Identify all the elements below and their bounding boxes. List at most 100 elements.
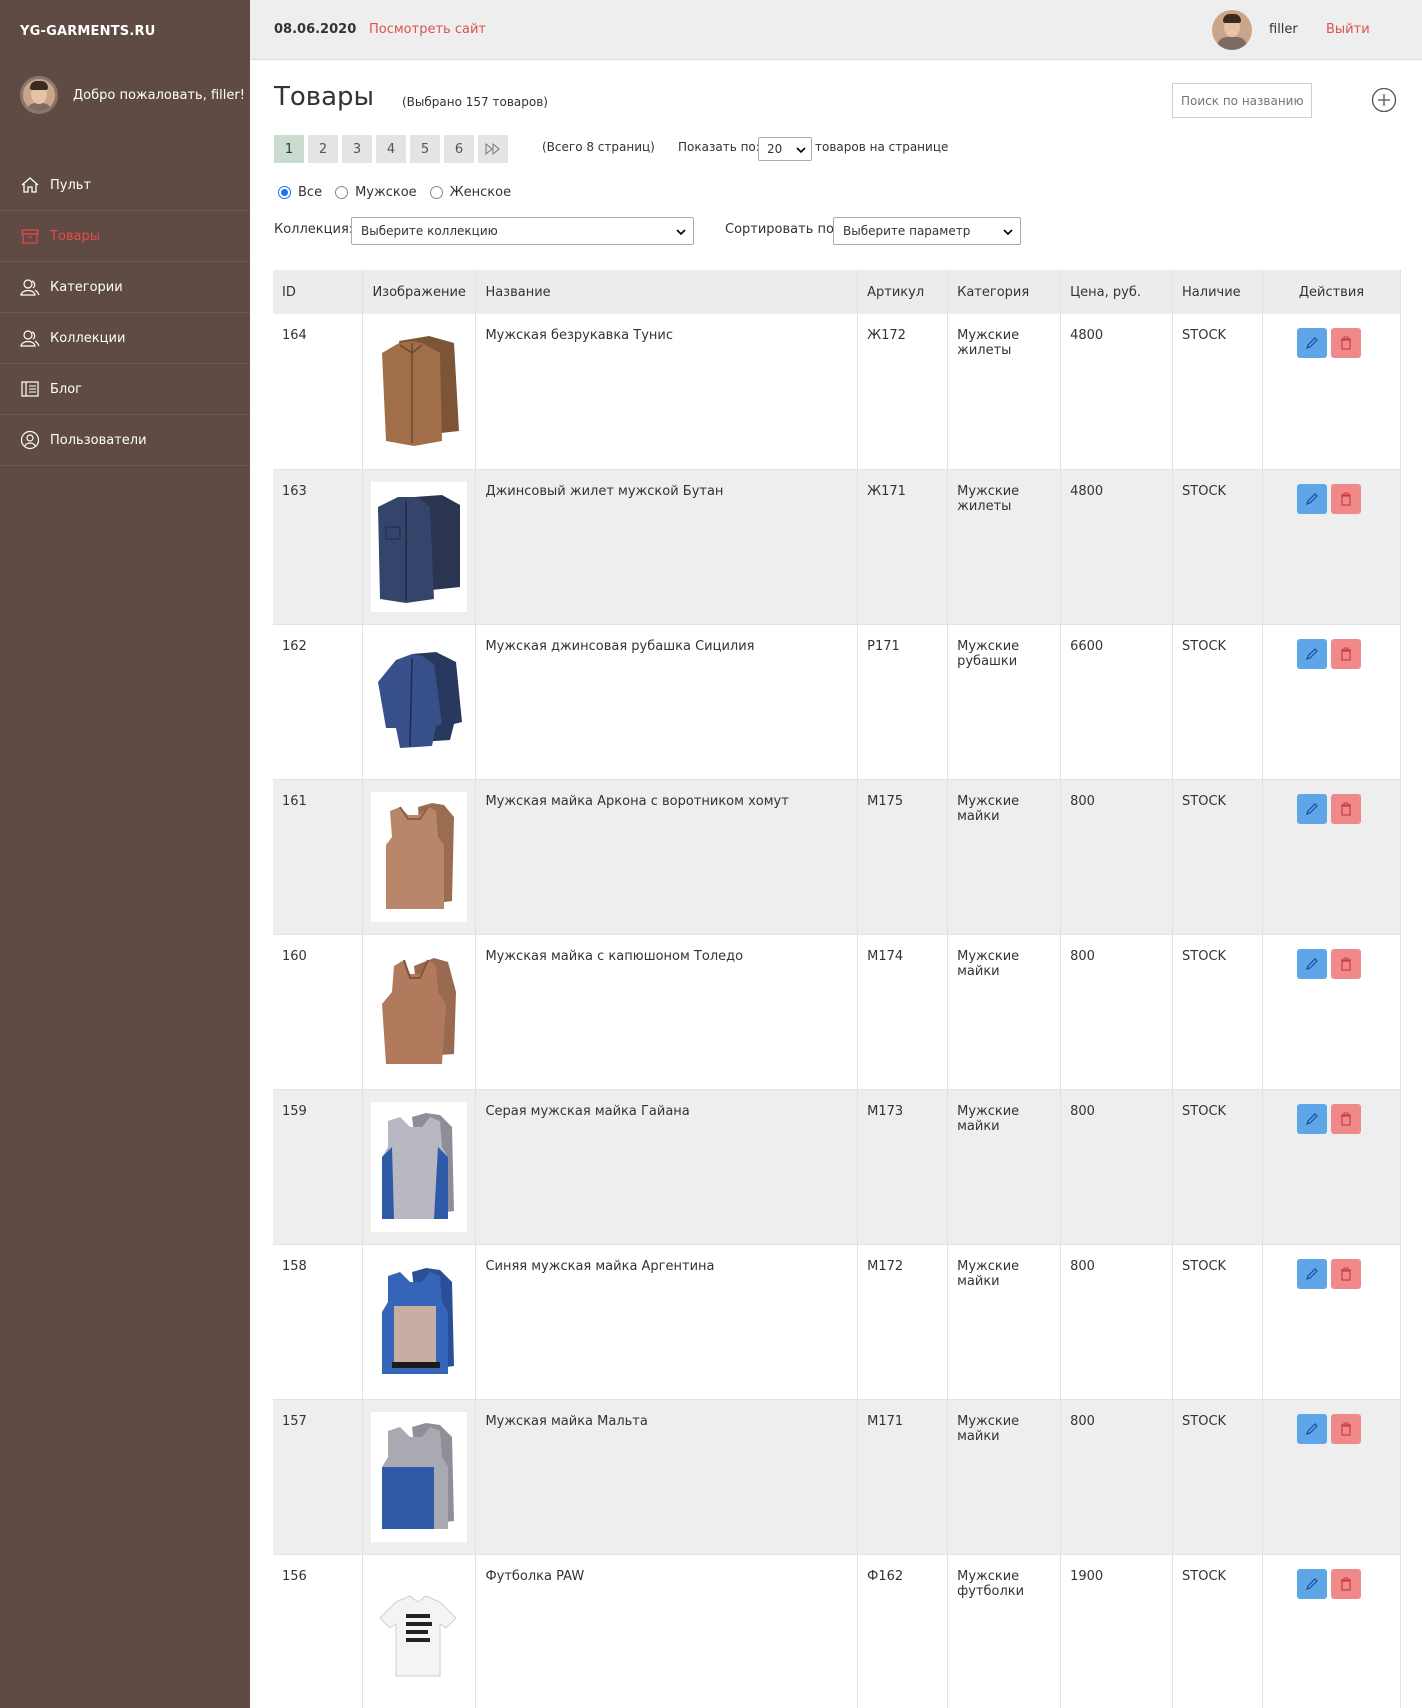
product-name[interactable]: Синяя мужская майка Аргентина [475, 1244, 859, 1400]
product-name[interactable]: Мужская джинсовая рубашка Сицилия [475, 624, 859, 780]
product-category: Мужские майки [947, 934, 1062, 1090]
delete-button[interactable] [1330, 483, 1361, 514]
delete-button[interactable] [1330, 638, 1361, 669]
view-site-link[interactable]: Посмотреть сайт [369, 22, 486, 37]
radio-men[interactable]: Мужское [335, 185, 417, 200]
edit-button[interactable] [1296, 793, 1327, 824]
delete-button[interactable] [1330, 328, 1361, 358]
current-date: 08.06.2020 [274, 22, 357, 37]
tank-blue-icon[interactable] [371, 1256, 468, 1387]
per-page-select[interactable]: 20 [758, 137, 812, 161]
sidebar-item-users[interactable]: Пользователи [0, 415, 250, 466]
tank-hood-brown-icon[interactable] [371, 946, 468, 1077]
sort-select[interactable]: Выберите параметр [833, 217, 1021, 245]
delete-button[interactable] [1330, 1258, 1361, 1289]
column-header-price[interactable]: Цена, руб. [1060, 270, 1174, 314]
edit-button[interactable] [1296, 1103, 1327, 1134]
tank-blue-grey-icon[interactable] [371, 1411, 468, 1542]
product-name[interactable]: Серая мужская майка Гайана [475, 1089, 859, 1245]
search-input[interactable] [1172, 83, 1312, 118]
product-name[interactable]: Мужская майка Мальта [475, 1399, 859, 1555]
sort-label: Сортировать по: [725, 222, 839, 237]
page-button[interactable]: 2 [308, 135, 338, 163]
product-sku: Р171 [857, 624, 949, 780]
pencil-icon [1306, 957, 1318, 970]
sidebar-item-label: Пульт [50, 177, 92, 193]
add-product-button[interactable] [1371, 87, 1397, 113]
delete-button[interactable] [1330, 948, 1361, 979]
product-name[interactable]: Джинсовый жилет мужской Бутан [475, 469, 859, 625]
tshirt-white-icon[interactable] [371, 1566, 468, 1697]
radio-all[interactable]: Все [278, 185, 322, 200]
product-name[interactable]: Мужская безрукавка Тунис [475, 314, 859, 470]
page-button[interactable]: 4 [376, 135, 406, 163]
double-chevron-right-icon [485, 143, 500, 155]
product-name[interactable]: Футболка PAW [475, 1554, 859, 1708]
gender-filter: Все Мужское Женское [278, 185, 524, 200]
logout-link[interactable]: Выйти [1326, 22, 1370, 37]
sidebar-item-dashboard[interactable]: Пульт [0, 160, 250, 211]
sidebar-item-label: Товары [50, 228, 101, 244]
product-price: 4800 [1060, 314, 1174, 470]
sidebar-item-label: Коллекции [50, 330, 126, 346]
sidebar-item-blog[interactable]: Блог [0, 364, 250, 415]
next-pages-button[interactable] [478, 135, 508, 163]
blog-icon [20, 379, 40, 399]
vest-denim-icon[interactable] [371, 481, 468, 612]
column-header-name[interactable]: Название [475, 270, 859, 314]
chevron-down-icon [796, 144, 806, 158]
brand-logo[interactable]: YG-GARMENTS.RU [20, 24, 155, 39]
sidebar-nav: Пульт Товары Категории Коллекции Блог По… [0, 160, 250, 466]
table-row: 156 Футболка PAW Ф162 Мужские футболки 1900 S… [273, 1554, 1402, 1708]
edit-button[interactable] [1296, 1568, 1327, 1599]
page-button[interactable]: 3 [342, 135, 372, 163]
delete-button[interactable] [1330, 1103, 1361, 1134]
actions-cell [1262, 779, 1402, 935]
delete-button[interactable] [1330, 1413, 1361, 1444]
avatar [20, 76, 58, 114]
sidebar: YG-GARMENTS.RU Добро пожаловать, filler!… [0, 0, 250, 1708]
column-header-category[interactable]: Категория [947, 270, 1062, 314]
tank-grey-blue-icon[interactable] [371, 1101, 468, 1232]
sidebar-item-collections[interactable]: Коллекции [0, 313, 250, 364]
table-row: 164 Мужская безрукавка Тунис Ж172 Мужские ж… [273, 314, 1402, 470]
product-id: 160 [273, 934, 364, 1090]
per-page-suffix: товаров на странице [815, 140, 949, 154]
table-row: 157 Мужская майка Мальта М171 Мужские майки… [273, 1399, 1402, 1555]
selected-count: (Выбрано 157 товаров) [402, 95, 548, 109]
page-button[interactable]: 5 [410, 135, 440, 163]
sidebar-item-products[interactable]: Товары [0, 211, 250, 262]
delete-button[interactable] [1330, 1568, 1361, 1599]
collection-select[interactable]: Выберите коллекцию [351, 217, 694, 245]
pencil-icon [1306, 1422, 1318, 1435]
edit-button[interactable] [1296, 483, 1327, 514]
page-button[interactable]: 1 [274, 135, 304, 163]
actions-cell [1262, 314, 1402, 470]
trash-icon [1340, 802, 1351, 816]
delete-button[interactable] [1330, 793, 1361, 824]
product-name[interactable]: Мужская майка с капюшоном Толедо [475, 934, 859, 1090]
edit-button[interactable] [1296, 328, 1327, 358]
column-header-stock[interactable]: Наличие [1172, 270, 1263, 314]
trash-icon [1340, 492, 1351, 506]
tank-brown-icon[interactable] [371, 791, 468, 922]
product-price: 800 [1060, 1399, 1174, 1555]
shirt-denim-icon[interactable] [371, 636, 468, 767]
radio-women[interactable]: Женское [429, 185, 511, 200]
username[interactable]: filler [1269, 22, 1298, 37]
product-sku: Ж171 [857, 469, 949, 625]
plus-circle-icon [1371, 87, 1397, 113]
product-name[interactable]: Мужская майка Аркона с воротником хомут [475, 779, 859, 935]
avatar[interactable] [1212, 10, 1252, 50]
product-sku: М174 [857, 934, 949, 1090]
edit-button[interactable] [1296, 638, 1327, 669]
product-category: Мужские майки [947, 779, 1062, 935]
column-header-sku[interactable]: Артикул [857, 270, 949, 314]
column-header-id[interactable]: ID [273, 270, 364, 314]
edit-button[interactable] [1296, 948, 1327, 979]
edit-button[interactable] [1296, 1258, 1327, 1289]
vest-brown-icon[interactable] [371, 326, 468, 456]
edit-button[interactable] [1296, 1413, 1327, 1444]
sidebar-item-categories[interactable]: Категории [0, 262, 250, 313]
page-button[interactable]: 6 [444, 135, 474, 163]
